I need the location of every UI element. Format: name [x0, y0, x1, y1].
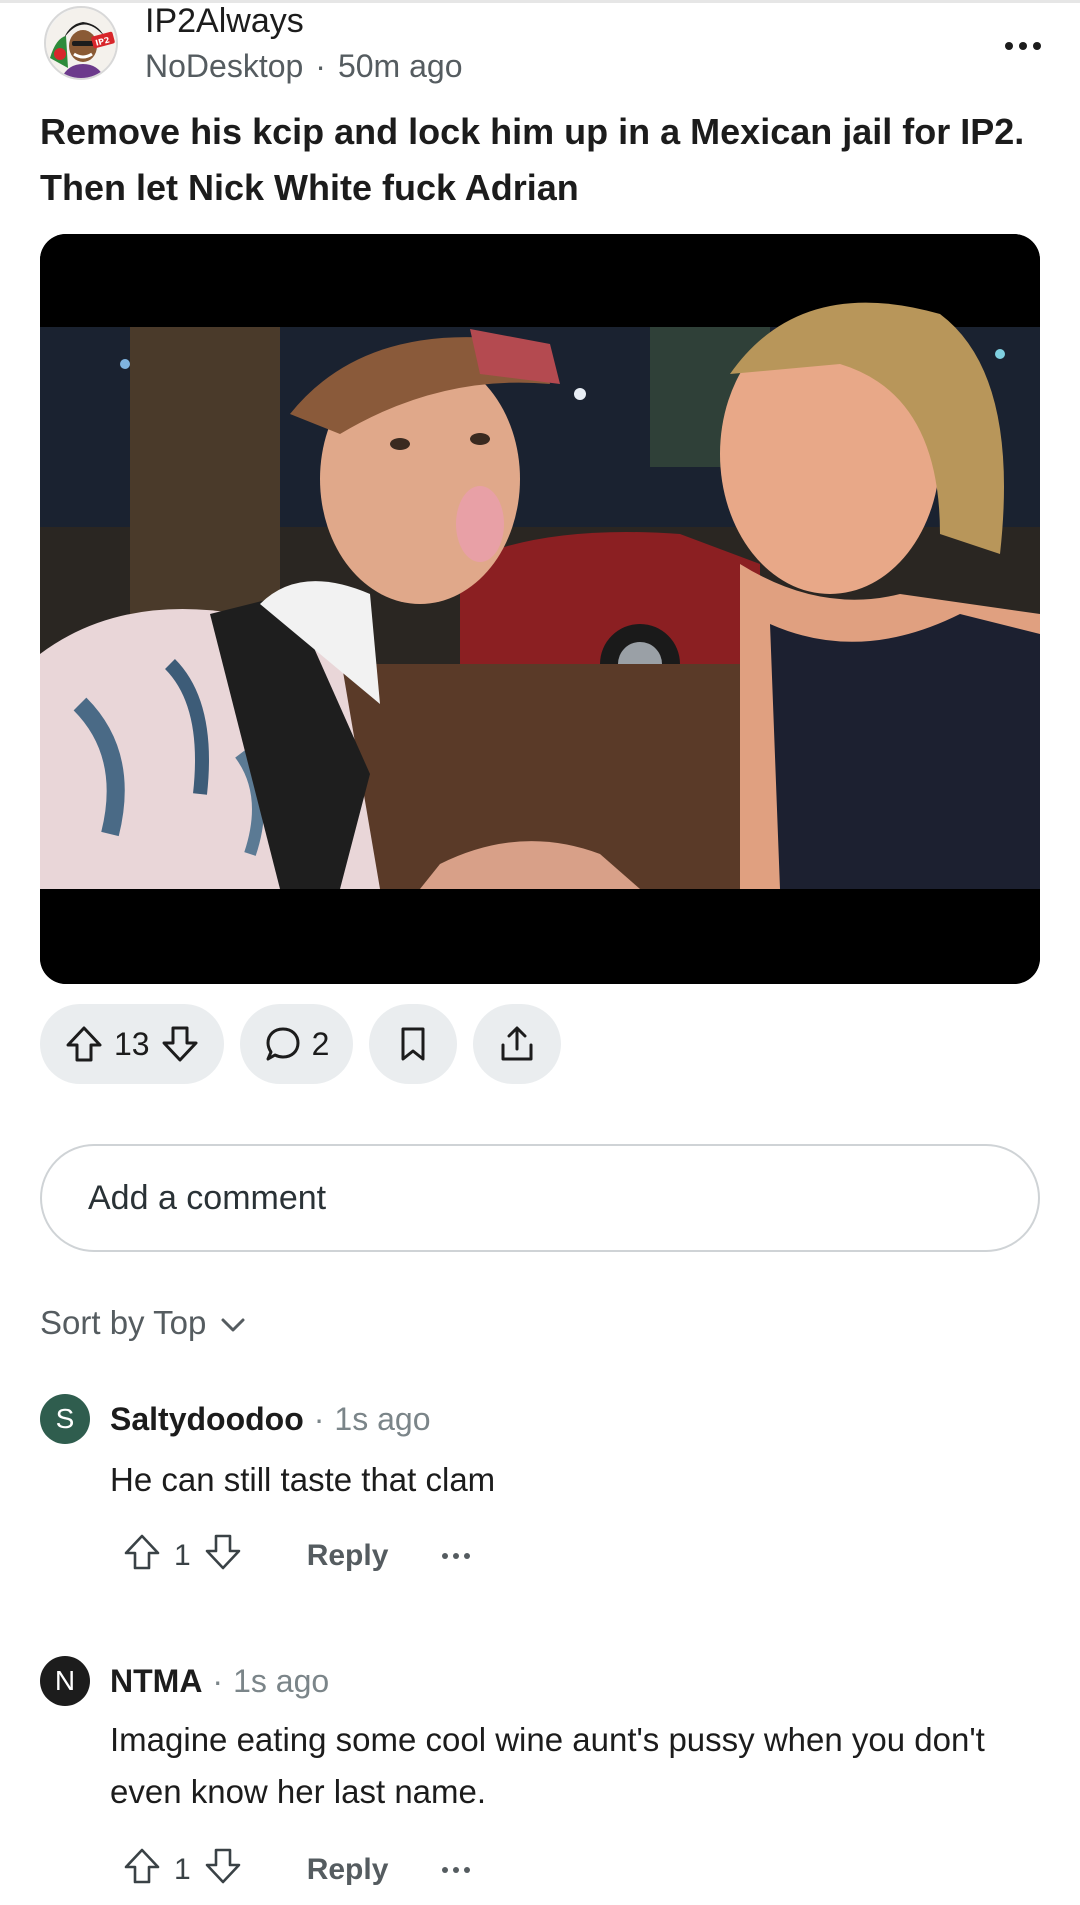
comment-count: 2: [311, 1025, 330, 1062]
vote-pill: 13: [40, 1004, 224, 1084]
comment-meta-separator: ·: [313, 1401, 325, 1437]
bookmark-icon: [397, 1026, 429, 1062]
post-time: 50m ago: [337, 48, 463, 84]
post-action-bar: 13 2: [40, 1004, 562, 1084]
vote-count: 13: [114, 1025, 150, 1062]
comment-avatar-initial: N: [54, 1665, 76, 1696]
meta-separator: ·: [315, 48, 326, 84]
comment-body: He can still taste that clam: [110, 1454, 1060, 1506]
share-button[interactable]: [473, 1004, 562, 1084]
add-comment-placeholder: Add a comment: [88, 1178, 327, 1217]
add-comment-input[interactable]: Add a comment: [40, 1144, 1040, 1252]
comment-body-line-2: even know her last name.: [110, 1773, 487, 1810]
comment-meta-separator: ·: [212, 1663, 224, 1699]
comment: N NTMA · 1s ago Imagine eating some cool w…: [40, 1656, 1050, 1905]
more-icon: [1005, 42, 1041, 50]
save-button[interactable]: [369, 1004, 458, 1084]
comment-body: Imagine eating some cool wine aunt's pus…: [110, 1714, 1060, 1818]
comment-time: 1s ago: [233, 1663, 330, 1699]
comment-author[interactable]: NTMA: [110, 1663, 202, 1699]
post-media[interactable]: [40, 234, 1040, 984]
sort-label: Sort by Top: [40, 1304, 207, 1341]
comment-avatar[interactable]: N: [40, 1656, 90, 1706]
post-header: IP2 IP2Always NoDesktop · 50m ago: [40, 4, 1050, 84]
chevron-down-icon: [220, 1304, 246, 1342]
share-icon: [499, 1025, 535, 1063]
comment-author[interactable]: Saltydoodoo: [110, 1401, 304, 1437]
downvote-icon[interactable]: [160, 1024, 200, 1064]
comment-vote: 1: [122, 1532, 243, 1580]
more-options-button[interactable]: [996, 26, 1050, 66]
comment-time: 1s ago: [334, 1401, 431, 1437]
post-author[interactable]: IP2Always: [145, 4, 304, 38]
post-title-line-1: Remove his kcip and lock him up in a Mex…: [40, 111, 1025, 152]
comment-avatar-initial: S: [55, 1403, 75, 1434]
comment-icon: [264, 1025, 302, 1063]
sort-dropdown[interactable]: Sort by Top: [40, 1304, 246, 1342]
comment-actions: 1 Reply: [122, 1532, 471, 1580]
downvote-icon[interactable]: [203, 1846, 243, 1894]
comment-header: NTMA · 1s ago: [110, 1662, 329, 1700]
post-image: [40, 234, 1040, 984]
reply-button[interactable]: Reply: [307, 1539, 389, 1573]
upvote-icon[interactable]: [122, 1846, 162, 1894]
comment-vote: 1: [122, 1846, 243, 1894]
avatar-illustration: IP2: [46, 8, 116, 78]
comment-body-line-1: Imagine eating some cool wine aunt's pus…: [110, 1721, 985, 1758]
downvote-icon[interactable]: [203, 1532, 243, 1580]
comment: S Saltydoodoo · 1s ago He can still taste …: [40, 1394, 1050, 1604]
reply-button[interactable]: Reply: [307, 1853, 389, 1887]
community-name[interactable]: NoDesktop: [145, 48, 303, 84]
post-title: Remove his kcip and lock him up in a Mex…: [40, 104, 1040, 216]
upvote-icon[interactable]: [122, 1532, 162, 1580]
comment-avatar[interactable]: S: [40, 1394, 90, 1444]
comment-actions: 1 Reply: [122, 1846, 471, 1894]
comment-body-line-1: He can still taste that clam: [110, 1461, 496, 1498]
comment-vote-count: 1: [174, 1539, 191, 1572]
author-avatar[interactable]: IP2: [44, 6, 118, 80]
comment-more-icon[interactable]: [442, 1867, 471, 1873]
comment-header: Saltydoodoo · 1s ago: [110, 1400, 431, 1438]
comment-vote-count: 1: [174, 1853, 191, 1886]
post-title-line-2: Then let Nick White fuck Adrian: [40, 167, 579, 208]
upvote-icon[interactable]: [64, 1024, 104, 1064]
comments-button[interactable]: 2: [239, 1004, 354, 1084]
comment-more-icon[interactable]: [442, 1553, 471, 1559]
post-meta: NoDesktop · 50m ago: [145, 48, 462, 84]
